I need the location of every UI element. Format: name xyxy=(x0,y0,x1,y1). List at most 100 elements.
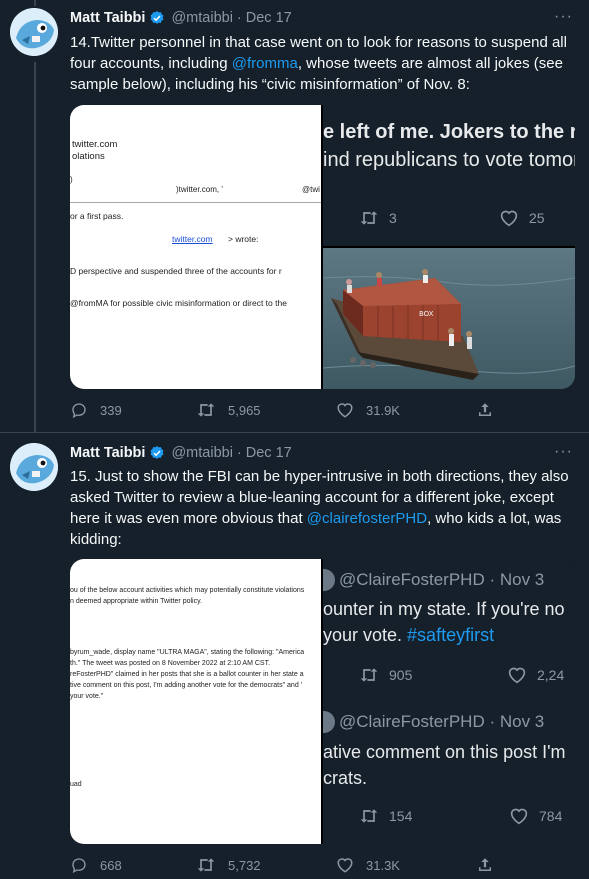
heart-icon xyxy=(500,210,518,227)
more-options-icon[interactable]: ··· xyxy=(554,443,573,461)
doc-mark: ) xyxy=(70,175,73,184)
embed-line: ounter in my state. If you're no xyxy=(323,599,565,619)
like-button[interactable]: 31.3K xyxy=(336,856,400,874)
reply-icon xyxy=(72,403,86,419)
retweet-count: 5,965 xyxy=(228,402,261,418)
embed-header: @ClaireFosterPHD · Nov 3 xyxy=(323,711,544,733)
embed-line: e left of me. Jokers to the r... xyxy=(323,121,575,143)
tweet-15[interactable]: Matt Taibbi @mtaibbi · Dec 17 ··· 15. Ju… xyxy=(0,433,589,879)
embed-avatar xyxy=(323,711,335,733)
doc-line: ou of the below account activities which… xyxy=(70,587,305,594)
doc-line: byrum_wade, display name "ULTRA MAGA", s… xyxy=(70,649,305,656)
doc-line: @twi xyxy=(302,185,320,194)
heart-icon xyxy=(337,858,353,873)
share-button[interactable] xyxy=(476,856,494,874)
share-button[interactable] xyxy=(476,401,494,419)
reply-button[interactable]: 339 xyxy=(70,401,122,419)
author-name[interactable]: Matt Taibbi xyxy=(70,10,145,26)
doc-line: th." The tweet was posted on 8 November … xyxy=(70,660,271,667)
avatar[interactable] xyxy=(10,443,58,491)
embed-line: ind republicans to vote tomorro xyxy=(323,149,575,171)
heart-icon xyxy=(508,667,526,684)
tweet-14[interactable]: Matt Taibbi @mtaibbi · Dec 17 ··· 14.Twi… xyxy=(0,0,589,432)
embed-like-count: 2,24 xyxy=(537,667,565,683)
like-button[interactable]: 31.9K xyxy=(336,401,400,419)
media-image-document[interactable]: twitter.com olations ) )twitter.com, ' @… xyxy=(70,105,321,389)
author-handle[interactable]: @mtaibbi xyxy=(171,445,232,461)
doc-line: )twitter.com, ' xyxy=(176,185,223,194)
author-name[interactable]: Matt Taibbi xyxy=(70,445,145,461)
embed-handle: @ClaireFosterPHD · Nov 3 xyxy=(339,570,545,589)
doc-line: your vote." xyxy=(70,693,104,700)
doc-link: twitter.com xyxy=(172,234,213,244)
embed-retweet-count: 905 xyxy=(389,667,413,683)
media-image-boat-photo[interactable]: BOX xyxy=(323,248,575,389)
retweet-icon xyxy=(360,809,378,823)
retweet-icon xyxy=(197,858,215,872)
container-text: BOX xyxy=(419,310,434,318)
doc-line: @fromMA for possible civic misinformatio… xyxy=(70,298,287,308)
embed-retweet-count: 3 xyxy=(389,210,397,226)
doc-line: tive comment on this post, I'm adding an… xyxy=(70,682,303,689)
like-count: 31.3K xyxy=(366,857,400,873)
verified-badge-icon xyxy=(149,10,165,26)
separator: · xyxy=(236,10,242,26)
embed-handle: @ClaireFosterPHD · Nov 3 xyxy=(339,712,545,731)
tweet-actions: 339 5,965 31.9K xyxy=(70,401,491,421)
retweet-icon xyxy=(360,211,378,225)
tweet-header: Matt Taibbi @mtaibbi · Dec 17 xyxy=(70,8,292,28)
tweet-media[interactable]: ou of the below account activities which… xyxy=(70,559,575,844)
doc-line: uad xyxy=(70,781,82,788)
embed-retweet-count: 154 xyxy=(389,808,413,824)
avatar[interactable] xyxy=(10,8,58,56)
tweet-date[interactable]: Dec 17 xyxy=(246,445,292,461)
embed-like-count: 25 xyxy=(529,210,545,226)
embed-retweets: 3 xyxy=(359,209,397,227)
verified-badge-icon xyxy=(149,445,165,461)
mention-link[interactable]: @clairefosterPHD xyxy=(307,510,427,527)
embed-line: ative comment on this post I'm xyxy=(323,742,566,762)
reply-icon xyxy=(72,858,86,874)
doc-rule xyxy=(70,202,321,203)
retweet-icon xyxy=(360,668,378,682)
retweet-icon xyxy=(197,403,215,417)
embed-line: your vote. #safteyfirst xyxy=(323,625,494,646)
author-handle[interactable]: @mtaibbi xyxy=(171,10,232,26)
retweet-button[interactable]: 5,965 xyxy=(196,401,261,419)
tweet-date[interactable]: Dec 17 xyxy=(246,10,292,26)
tweet-text: 14.Twitter personnel in that case went o… xyxy=(70,32,575,95)
doc-line: > wrote: xyxy=(228,234,259,244)
heart-icon xyxy=(510,808,528,825)
embed-likes: 25 xyxy=(499,209,545,227)
embed-line: crats. xyxy=(323,768,368,788)
embed-header: @ClaireFosterPHD · Nov 3 xyxy=(323,569,544,591)
share-icon xyxy=(479,403,491,416)
reply-count: 668 xyxy=(100,857,122,873)
separator: · xyxy=(236,445,242,461)
media-image-embedded-tweet[interactable]: e left of me. Jokers to the r... ind rep… xyxy=(323,105,575,246)
embed-text: your vote. xyxy=(323,625,408,645)
like-count: 31.9K xyxy=(366,402,400,418)
reply-count: 339 xyxy=(100,402,122,418)
tweet-actions: 668 5,732 31.3K xyxy=(70,856,491,876)
doc-line: reFosterPHD" claimed in her posts that s… xyxy=(70,671,304,678)
embed-avatar xyxy=(323,569,335,591)
reply-button[interactable]: 668 xyxy=(70,856,122,874)
embed-likes: 784 xyxy=(509,807,562,825)
heart-icon xyxy=(337,403,353,418)
embed-retweets: 905 xyxy=(359,666,412,684)
tweet-text: 15. Just to show the FBI can be hyper-in… xyxy=(70,466,575,550)
more-options-icon[interactable]: ··· xyxy=(554,8,573,26)
doc-line: or a first pass. xyxy=(70,211,124,221)
media-image-document[interactable]: ou of the below account activities which… xyxy=(70,559,321,844)
retweet-button[interactable]: 5,732 xyxy=(196,856,261,874)
embed-hashtag: #safteyfirst xyxy=(407,625,495,645)
doc-line: twitter.com xyxy=(72,139,118,150)
embed-likes: 2,24 xyxy=(507,666,564,684)
share-icon xyxy=(479,858,491,871)
tweet-media[interactable]: twitter.com olations ) )twitter.com, ' @… xyxy=(70,105,575,389)
retweet-count: 5,732 xyxy=(228,857,261,873)
media-image-embedded-tweets[interactable]: @ClaireFosterPHD · Nov 3 ounter in my st… xyxy=(323,559,575,844)
mention-link[interactable]: @fromma xyxy=(232,55,298,72)
embed-like-count: 784 xyxy=(539,808,563,824)
